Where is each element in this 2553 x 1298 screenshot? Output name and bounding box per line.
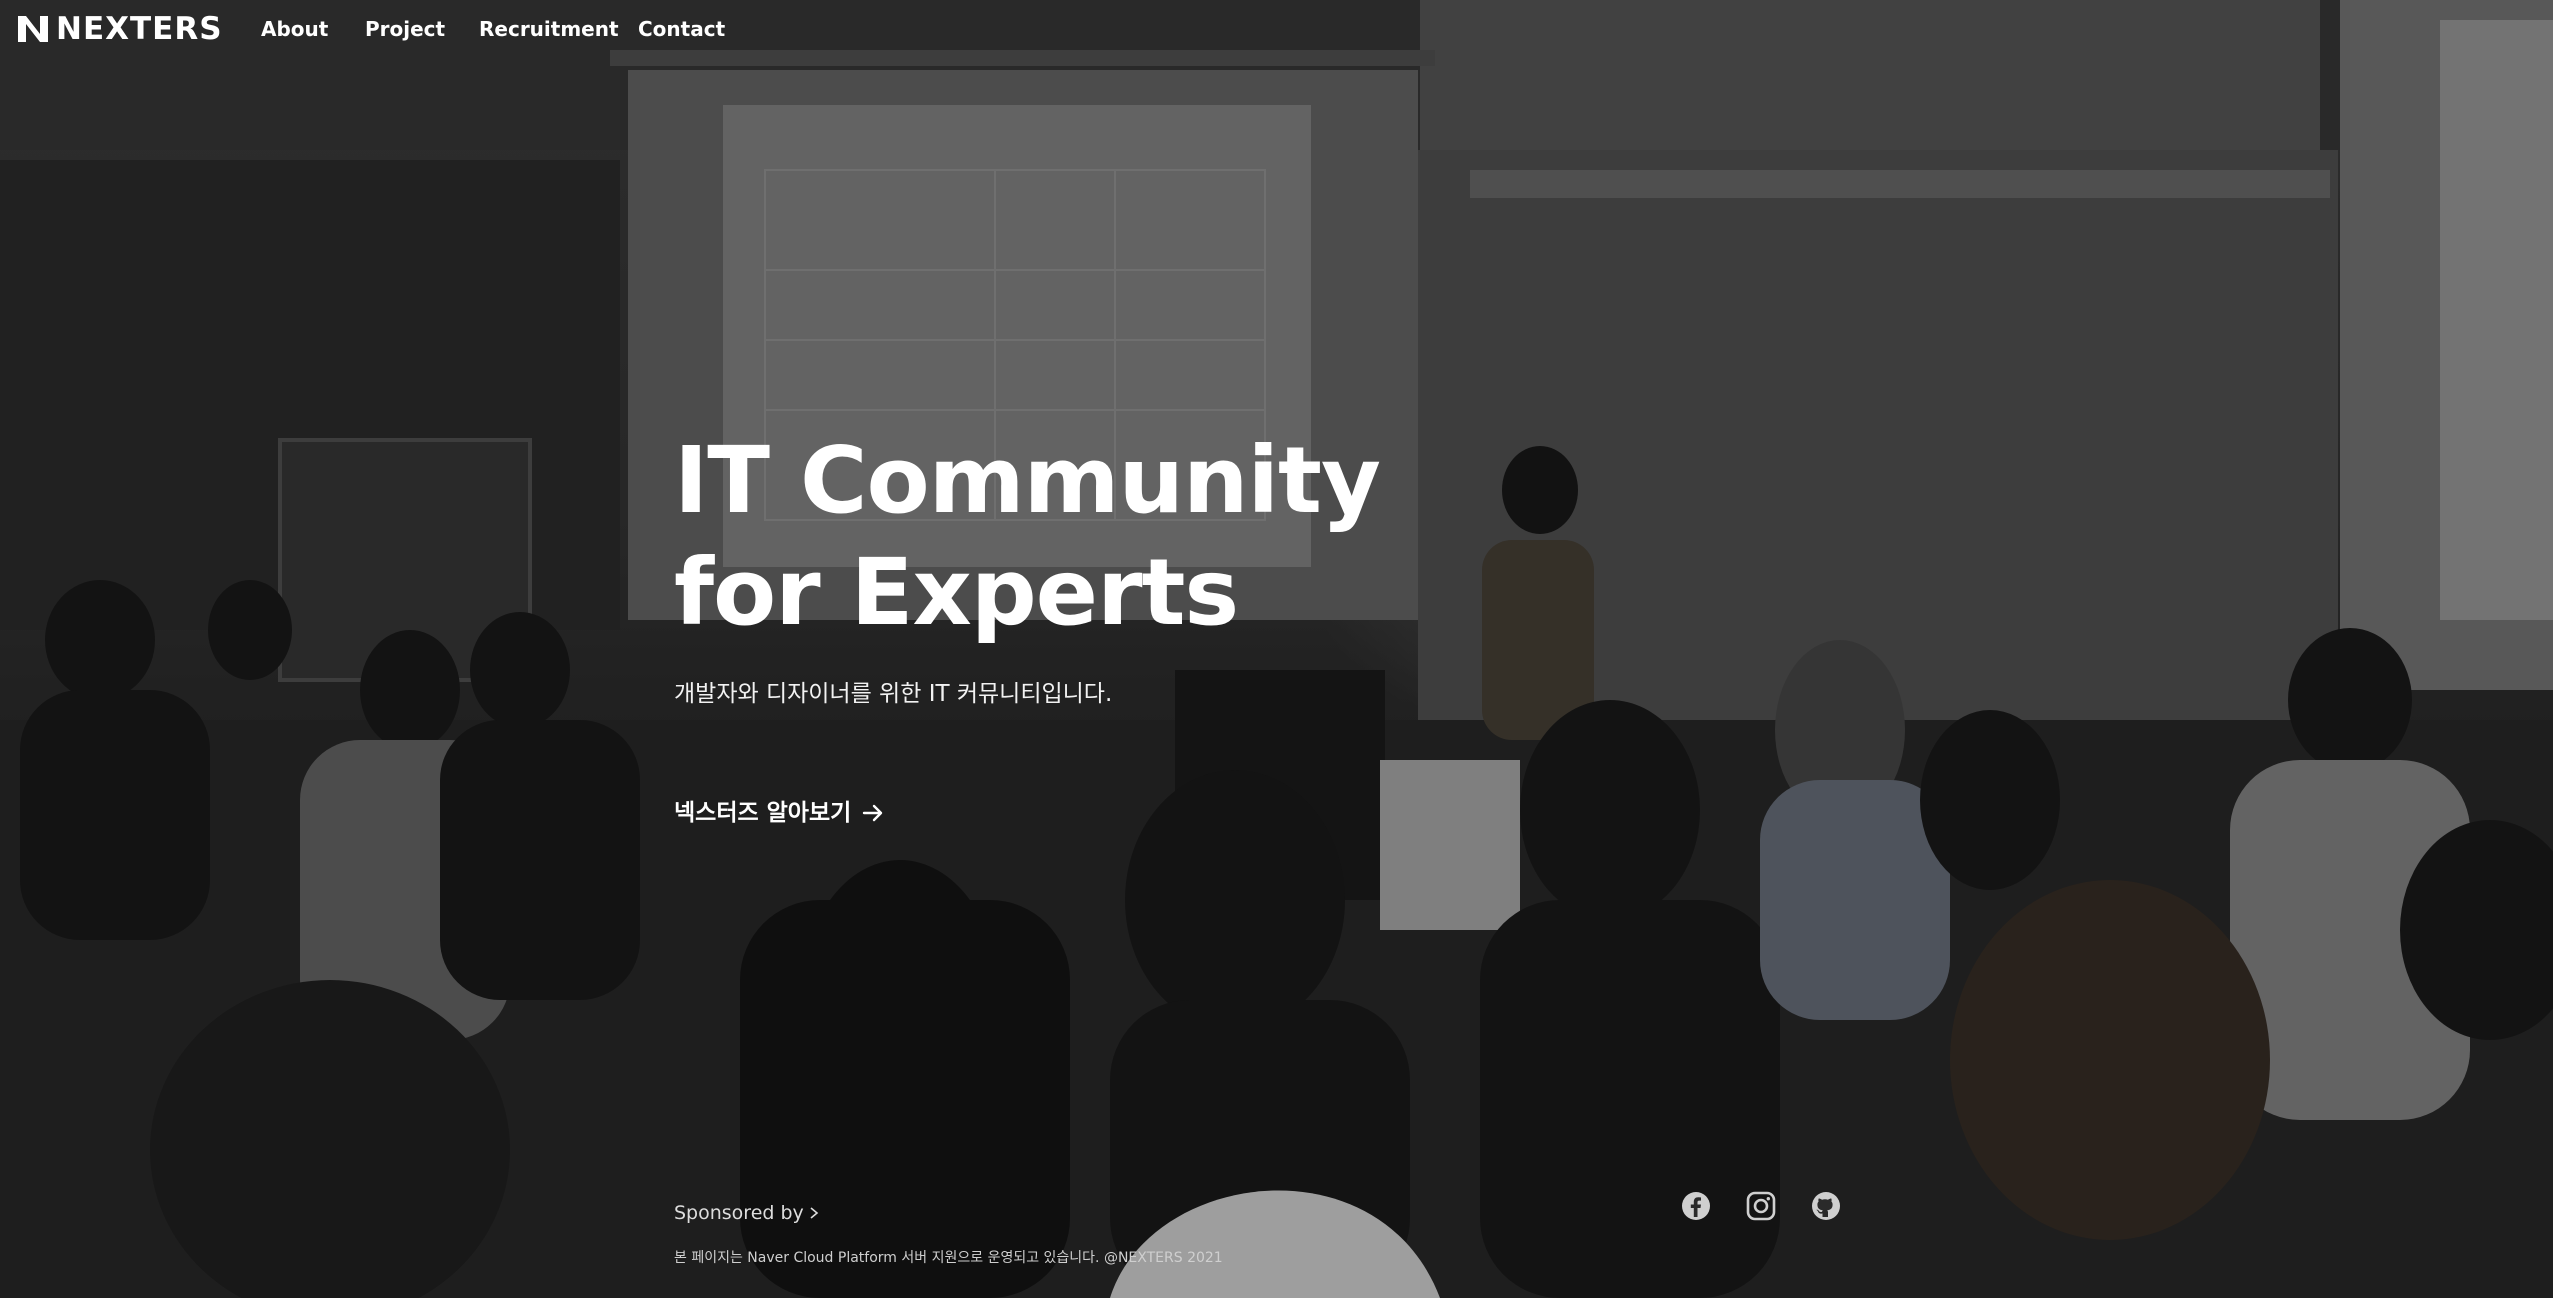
arrow-right-icon — [863, 804, 883, 822]
github-icon — [1812, 1192, 1840, 1220]
github-link[interactable] — [1810, 1190, 1842, 1222]
instagram-link[interactable] — [1745, 1190, 1777, 1222]
brand-logo[interactable]: NEXTERS — [16, 11, 223, 47]
nav-about[interactable]: About — [261, 16, 328, 42]
dark-overlay — [0, 0, 2553, 1298]
hero-subtitle: 개발자와 디자이너를 위한 IT 커뮤니티입니다. — [674, 681, 1113, 707]
footer-note: 본 페이지는 Naver Cloud Platform 서버 지원으로 운영되고… — [674, 1250, 1223, 1266]
hero-title-line-1: IT Community — [674, 427, 1381, 534]
facebook-icon — [1682, 1192, 1710, 1220]
nexters-logo-icon — [18, 16, 48, 42]
brand-name: NEXTERS — [56, 11, 223, 47]
chevron-right-icon — [810, 1207, 819, 1219]
hero-title-line-2: for Experts — [674, 539, 1239, 646]
hero-section: NEXTERS About Project Recruitment Contac… — [0, 0, 2553, 1298]
hero-title: IT Community for Experts — [674, 425, 1381, 649]
nav-contact[interactable]: Contact — [638, 16, 725, 42]
sponsored-by-link[interactable]: Sponsored by — [674, 1200, 820, 1226]
learn-more-label: 넥스터즈 알아보기 — [674, 800, 852, 826]
sponsored-by-label: Sponsored by — [674, 1202, 804, 1224]
learn-more-link[interactable]: 넥스터즈 알아보기 — [674, 797, 885, 829]
facebook-link[interactable] — [1680, 1190, 1712, 1222]
nav-project[interactable]: Project — [365, 16, 445, 42]
social-links — [1680, 1190, 1842, 1222]
nav-recruitment[interactable]: Recruitment — [479, 16, 619, 42]
instagram-icon — [1746, 1191, 1776, 1221]
